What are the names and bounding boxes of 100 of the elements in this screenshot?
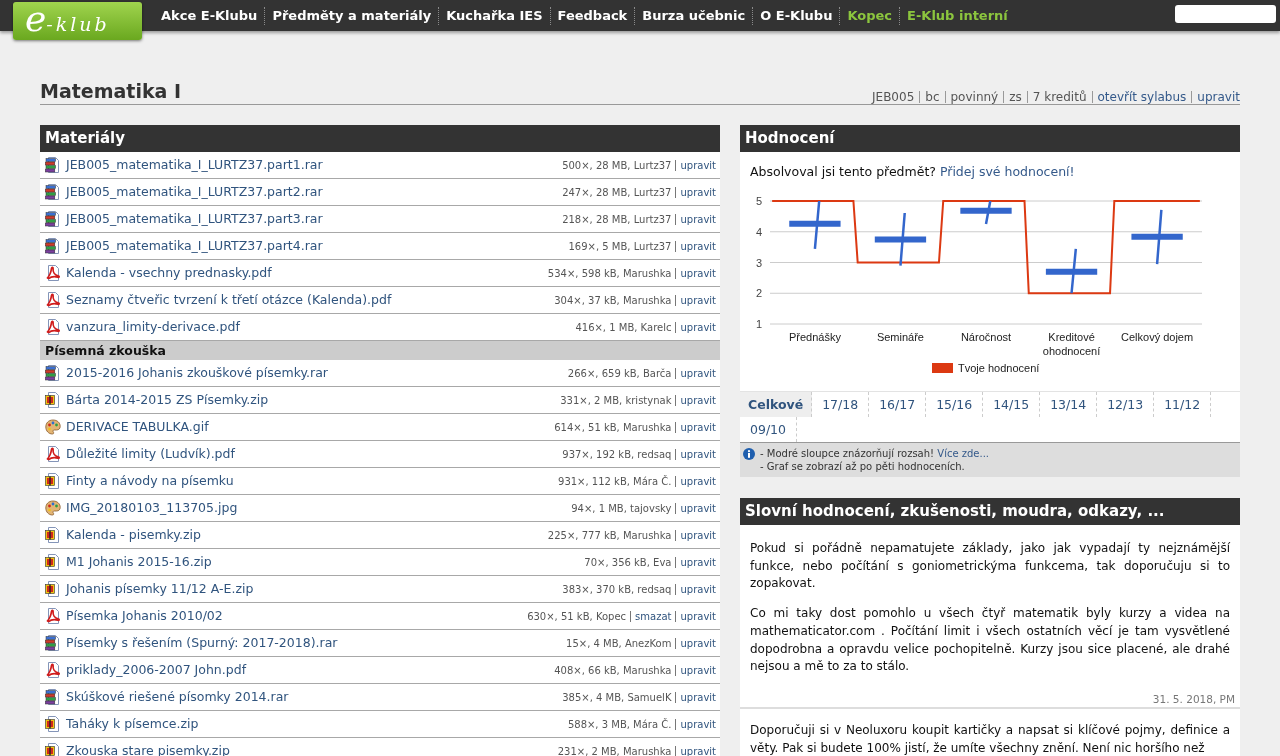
zip-file-icon (45, 392, 61, 408)
action-link[interactable]: upravit (675, 394, 716, 406)
category-label: Přednášky (788, 331, 841, 343)
panel-title: Slovní hodnocení, zkušenosti, moudra, odkazy, ... (740, 498, 1240, 525)
year-tab[interactable]: 11/12 (1154, 392, 1212, 417)
category-label: Kreditové ohodnocení (1042, 331, 1101, 357)
file-link[interactable]: Písemky s řešením (Spurný: 2017-2018).rar (66, 633, 338, 653)
action-link[interactable]: upravit (675, 367, 716, 379)
year-tab[interactable]: 14/15 (983, 392, 1041, 417)
nav-link[interactable]: Burza učebnic (634, 6, 753, 25)
file-link[interactable]: 2015-2016 Johanis zkouškové písemky.rar (66, 363, 328, 383)
course-info: JEB005 (870, 91, 916, 103)
category-label: Náročnost (960, 331, 1012, 343)
nav-link[interactable]: Feedback (549, 6, 635, 25)
file-info: 630×, 51 kB, Kopec (527, 609, 627, 624)
file-link[interactable]: JEB005_matematika_I_LURTZ37.part1.rar (66, 155, 323, 175)
nav-link[interactable]: E-Klub interní (899, 6, 1015, 25)
year-tab[interactable]: 13/14 (1040, 392, 1098, 417)
action-link[interactable]: upravit (675, 664, 716, 676)
action-link[interactable]: upravit (675, 502, 716, 514)
nav-link[interactable]: Kuchařka IES (438, 6, 550, 25)
add-rating-link[interactable]: Přidej své hodnocení! (939, 164, 1075, 179)
file-info: 218×, 28 MB, Lurtz37 (562, 212, 672, 227)
zip-file-icon (45, 581, 61, 597)
zip-file-icon (45, 716, 61, 732)
action-link[interactable]: upravit (675, 556, 716, 568)
search-field[interactable] (1175, 5, 1276, 23)
file-info: 247×, 28 MB, Lurtz37 (562, 185, 672, 200)
action-link[interactable]: upravit (675, 240, 716, 252)
stacked-books-icon (45, 365, 61, 381)
file-link[interactable]: Skúškové riešené písomky 2014.rar (66, 687, 289, 707)
stacked-books-icon (45, 635, 61, 651)
file-link[interactable]: Finty a návody na písemku (66, 471, 234, 491)
nav-link[interactable]: O E-Klubu (752, 6, 840, 25)
file-info: 534×, 598 kB, Marushka (547, 266, 672, 281)
file-link[interactable]: DERIVACE TABULKA.gif (66, 417, 209, 437)
action-link[interactable]: upravit (675, 718, 716, 730)
action-link[interactable]: upravit (675, 529, 716, 541)
file-link[interactable]: vanzura_limity-derivace.pdf (66, 317, 240, 337)
course-link[interactable]: upravit (1191, 91, 1240, 103)
palette-icon (45, 419, 61, 435)
file-info: 588×, 3 MB, Mára Č. (567, 717, 672, 732)
file-link[interactable]: JEB005_matematika_I_LURTZ37.part4.rar (66, 236, 323, 256)
year-tab[interactable]: 15/16 (926, 392, 984, 417)
nav-link[interactable]: Kopec (839, 6, 900, 25)
action-link[interactable]: smazat (630, 610, 672, 622)
rating-prompt: Absolvoval jsi tento předmět? Přidej své hodnocení! (749, 163, 1076, 181)
stacked-books-icon (45, 157, 61, 173)
file-link[interactable]: JEB005_matematika_I_LURTZ37.part3.rar (66, 209, 323, 229)
stacked-books-icon (45, 211, 61, 227)
palette-icon (45, 500, 61, 516)
file-link[interactable]: IMG_20180103_113705.jpg (66, 498, 238, 518)
file-link[interactable]: JEB005_matematika_I_LURTZ37.part2.rar (66, 182, 323, 202)
file-info: 416×, 1 MB, Karelc (575, 320, 672, 335)
action-link[interactable]: upravit (675, 186, 716, 198)
file-info: 383×, 370 kB, redsaq (562, 582, 672, 597)
action-link[interactable]: upravit (675, 448, 716, 460)
action-link[interactable]: upravit (675, 610, 716, 622)
category-label: Semináře (876, 331, 924, 343)
file-info: 70×, 356 kB, Eva (584, 555, 672, 570)
year-tab[interactable]: 12/13 (1097, 392, 1155, 417)
course-info: zs (1003, 91, 1027, 103)
action-link[interactable]: upravit (675, 294, 716, 306)
comment-paragraph: Co mi taky dost pomohlo u všech čtyř matematik byly kurzy a videa na mathematicator.com . Počítání limit i všech ostatních věcí je tam vysvětlené dopodrobna a opravdu velice pochopitelně. Kurzy jsou sice placené, ale drahé nejsou a mě to za to stálo. (750, 605, 1230, 676)
action-link[interactable]: upravit (675, 745, 716, 756)
file-link[interactable]: Důležité limity (Ludvík).pdf (66, 444, 235, 464)
y-axis-label: 2 (755, 287, 762, 300)
stacked-books-icon (45, 689, 61, 705)
nav-link[interactable]: Předměty a materiály (264, 6, 439, 25)
file-link[interactable]: Johanis písemky 11/12 A-E.zip (66, 579, 254, 599)
action-link[interactable]: upravit (675, 159, 716, 171)
year-tab[interactable]: 16/17 (869, 392, 927, 417)
action-link[interactable]: upravit (675, 691, 716, 703)
action-link[interactable]: upravit (675, 637, 716, 649)
panel-title: Hodnocení (740, 125, 1240, 152)
file-link[interactable]: Taháky k písemce.zip (66, 714, 199, 734)
file-link[interactable]: M1 Johanis 2015-16.zip (66, 552, 212, 572)
action-link[interactable]: upravit (675, 213, 716, 225)
year-tab[interactable]: 17/18 (812, 392, 870, 417)
pdf-file-icon (45, 319, 61, 335)
file-info: 408×, 66 kB, Marushka (554, 663, 672, 678)
file-info: 225×, 777 kB, Marushka (547, 528, 672, 543)
file-link[interactable]: priklady_2006-2007 John.pdf (66, 660, 247, 680)
action-link[interactable]: upravit (675, 267, 716, 279)
year-tab[interactable]: Celkové (740, 392, 813, 417)
file-link[interactable]: Bárta 2014-2015 ZS Písemky.zip (66, 390, 269, 410)
file-link[interactable]: Písemka Johanis 2010/02 (66, 606, 223, 626)
nav-link[interactable]: Akce E-Klubu (154, 6, 265, 25)
zip-file-icon (45, 473, 61, 489)
file-link[interactable]: Kalenda - pisemky.zip (66, 525, 201, 545)
more-link[interactable]: Více zde... (937, 448, 990, 459)
action-link[interactable]: upravit (675, 583, 716, 595)
note-text: - Graf se zobrazí až po pěti hodnoceních. (760, 460, 966, 473)
action-link[interactable]: upravit (675, 421, 716, 433)
action-link[interactable]: upravit (675, 321, 716, 333)
file-link[interactable]: Seznamy čtveřic tvrzení k třetí otázce (Kalenda).pdf (66, 290, 392, 310)
file-link[interactable]: Kalenda - vsechny prednasky.pdf (66, 263, 272, 283)
note-text: - Modré sloupce znázorňují rozsah! Více zde... (760, 447, 990, 460)
course-link[interactable]: otevřít sylabus (1091, 91, 1192, 103)
action-link[interactable]: upravit (675, 475, 716, 487)
